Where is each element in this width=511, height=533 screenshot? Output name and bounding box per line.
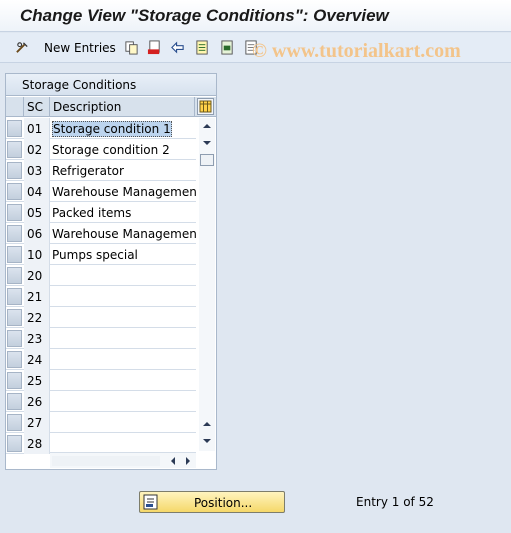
horizontal-scroll-track[interactable] [52, 456, 160, 466]
position-button[interactable]: Position... [139, 491, 285, 513]
storage-conditions-table: Storage Conditions SC Description 01 Stor… [5, 73, 217, 470]
cell-sc: 04 [24, 181, 50, 202]
select-all-icon[interactable] [195, 40, 210, 55]
row-selector[interactable] [7, 288, 22, 305]
cell-description[interactable] [50, 307, 196, 328]
table-row[interactable]: 06 Warehouse Management [6, 223, 196, 244]
row-selector[interactable] [7, 309, 22, 326]
scroll-page-up-icon[interactable] [199, 416, 215, 432]
select-all-rows-header[interactable] [6, 97, 24, 117]
cell-sc: 28 [24, 433, 50, 454]
new-entries-button[interactable]: New Entries [44, 41, 116, 55]
table-row[interactable]: 05 Packed items [6, 202, 196, 223]
cell-description[interactable]: Warehouse Management [50, 223, 196, 244]
pen-glasses-icon[interactable] [15, 40, 30, 55]
row-selector[interactable] [7, 330, 22, 347]
cell-sc: 21 [24, 286, 50, 307]
cell-description[interactable] [50, 265, 196, 286]
table-row[interactable]: 27 [6, 412, 196, 433]
select-block-icon[interactable] [220, 40, 235, 55]
row-selector[interactable] [7, 351, 22, 368]
scroll-up-icon[interactable] [199, 118, 215, 134]
scroll-down-icon[interactable] [199, 135, 215, 151]
copy-icon[interactable] [124, 40, 139, 55]
delete-icon[interactable] [147, 40, 162, 55]
watermark: © www.tutorialkart.com [252, 40, 461, 62]
table-row[interactable]: 02 Storage condition 2 [6, 139, 196, 160]
cell-description[interactable]: Packed items [50, 202, 196, 223]
row-selector[interactable] [7, 120, 22, 137]
cell-sc: 26 [24, 391, 50, 412]
row-selector[interactable] [7, 225, 22, 242]
cell-description[interactable] [50, 286, 196, 307]
cell-sc: 22 [24, 307, 50, 328]
cell-sc: 05 [24, 202, 50, 223]
cell-sc: 03 [24, 160, 50, 181]
table-row[interactable]: 23 [6, 328, 196, 349]
row-selector[interactable] [7, 435, 22, 452]
cell-description[interactable] [50, 328, 196, 349]
cell-description[interactable] [50, 433, 196, 454]
cell-description[interactable] [50, 349, 196, 370]
application-toolbar: New Entries © www.tutorialkart.com [0, 33, 511, 63]
column-header-description[interactable]: Description [50, 97, 195, 117]
column-header-sc[interactable]: SC [24, 97, 50, 117]
horizontal-scrollbar[interactable] [50, 452, 196, 468]
page-title: Change View "Storage Conditions": Overvi… [20, 6, 389, 25]
cell-sc: 27 [24, 412, 50, 433]
table-row[interactable]: 21 [6, 286, 196, 307]
table-row[interactable]: 10 Pumps special [6, 244, 196, 265]
scroll-left-icon[interactable] [166, 454, 180, 468]
table-settings-icon[interactable] [197, 98, 214, 115]
position-icon [143, 494, 158, 510]
table-row[interactable]: 04 Warehouse Management [6, 181, 196, 202]
position-button-label: Position... [194, 496, 253, 510]
table-row[interactable]: 25 [6, 370, 196, 391]
cell-description[interactable] [50, 412, 196, 433]
table-row[interactable]: 01 Storage condition 1 [6, 118, 196, 139]
entry-counter: Entry 1 of 52 [356, 495, 434, 509]
table-row[interactable]: 03 Refrigerator [6, 160, 196, 181]
vertical-scrollbar[interactable] [199, 118, 215, 451]
cell-description[interactable]: Storage condition 2 [50, 139, 196, 160]
cell-sc: 24 [24, 349, 50, 370]
table-row[interactable]: 20 [6, 265, 196, 286]
row-selector[interactable] [7, 246, 22, 263]
row-selector[interactable] [7, 162, 22, 179]
scroll-right-icon[interactable] [181, 454, 195, 468]
cell-description[interactable] [50, 370, 196, 391]
cell-description[interactable]: Pumps special [50, 244, 196, 265]
cell-sc: 23 [24, 328, 50, 349]
cell-sc: 06 [24, 223, 50, 244]
table-row[interactable]: 22 [6, 307, 196, 328]
cell-sc: 25 [24, 370, 50, 391]
cell-description[interactable] [50, 391, 196, 412]
title-bar: Change View "Storage Conditions": Overvi… [0, 0, 511, 32]
row-selector[interactable] [7, 393, 22, 410]
row-selector[interactable] [7, 267, 22, 284]
cell-sc: 01 [24, 118, 50, 139]
cell-sc: 02 [24, 139, 50, 160]
scroll-page-down-icon[interactable] [199, 433, 215, 449]
cell-sc: 10 [24, 244, 50, 265]
table-title: Storage Conditions [6, 74, 216, 96]
cell-description[interactable]: Warehouse Management [50, 181, 196, 202]
cell-sc: 20 [24, 265, 50, 286]
table-row[interactable]: 24 [6, 349, 196, 370]
row-selector[interactable] [7, 372, 22, 389]
row-selector[interactable] [7, 204, 22, 221]
cell-description[interactable]: Storage condition 1 [50, 118, 196, 139]
cell-description[interactable]: Refrigerator [50, 160, 196, 181]
table-header: SC Description [6, 97, 216, 117]
row-selector[interactable] [7, 141, 22, 158]
undo-icon[interactable] [170, 40, 185, 55]
table-row[interactable]: 28 [6, 433, 196, 454]
row-selector[interactable] [7, 183, 22, 200]
scroll-thumb[interactable] [200, 154, 214, 166]
row-selector[interactable] [7, 414, 22, 431]
selected-text[interactable]: Storage condition 1 [52, 121, 172, 137]
table-row[interactable]: 26 [6, 391, 196, 412]
